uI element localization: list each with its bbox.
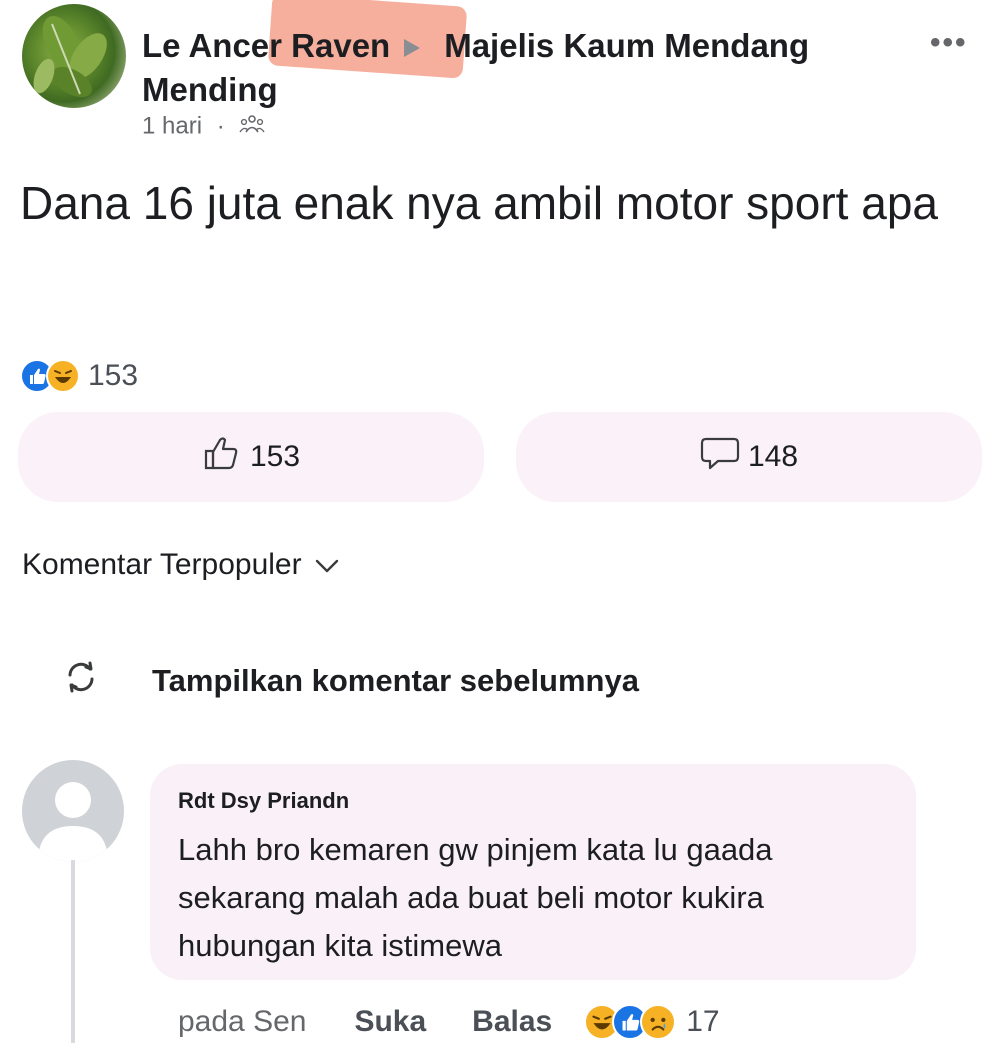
sort-label: Komentar Terpopuler	[22, 548, 302, 581]
group-name-continued[interactable]: Mending	[142, 71, 278, 108]
comment-count: 148	[747, 440, 799, 473]
comment-reaction-count: 17	[686, 1005, 720, 1038]
commenter-avatar[interactable]	[22, 760, 124, 862]
meta-separator: ·	[216, 112, 225, 140]
post-meta: 1 hari ·	[142, 112, 265, 141]
reaction-count: 153	[88, 359, 139, 392]
comment-button[interactable]: 148	[516, 412, 982, 502]
more-options-icon[interactable]: •••	[930, 26, 968, 60]
group-name[interactable]: Majelis Kaum Mendang	[444, 27, 809, 64]
thread-line	[71, 860, 75, 1043]
comment-reactions[interactable]	[584, 1004, 677, 1040]
like-button[interactable]: 153	[18, 412, 484, 502]
like-count: 153	[249, 440, 301, 473]
comment-sort-dropdown[interactable]: Komentar Terpopuler	[22, 548, 340, 582]
thumbs-up-icon	[202, 435, 250, 479]
arrow-right-icon	[404, 39, 421, 58]
haha-reaction-icon	[46, 359, 80, 393]
commenter-name[interactable]: Rdt Dsy Priandn	[178, 788, 888, 814]
author-name[interactable]: Le Ancer Raven	[142, 27, 390, 64]
comment-like-button[interactable]: Suka	[354, 1005, 426, 1039]
refresh-icon	[62, 658, 152, 704]
comment-time[interactable]: pada Sen	[178, 1005, 306, 1039]
show-previous-label: Tampilkan komentar sebelumnya	[152, 663, 639, 698]
speech-bubble-icon	[700, 435, 748, 479]
reaction-summary[interactable]: 153	[20, 356, 138, 396]
post-header-names: Le Ancer Raven Majelis Kaum Mendang Mendi…	[142, 24, 902, 112]
comment-reply-button[interactable]: Balas	[472, 1005, 552, 1039]
comment-text: Lahh bro kemaren gw pinjem kata lu gaada…	[178, 832, 773, 963]
group-members-icon	[239, 113, 265, 140]
sad-reaction-icon	[640, 1004, 677, 1040]
comment-bubble: Rdt Dsy Priandn Lahh bro kemaren gw pinj…	[150, 764, 916, 980]
comment-actions: pada Sen Suka Balas 17	[178, 1004, 720, 1040]
chevron-down-icon	[302, 548, 340, 582]
post-text: Dana 16 juta enak nya ambil motor sport …	[20, 177, 938, 229]
post-time[interactable]: 1 hari	[142, 113, 202, 140]
author-avatar[interactable]	[22, 4, 126, 108]
show-previous-comments[interactable]: Tampilkan komentar sebelumnya	[62, 658, 639, 704]
